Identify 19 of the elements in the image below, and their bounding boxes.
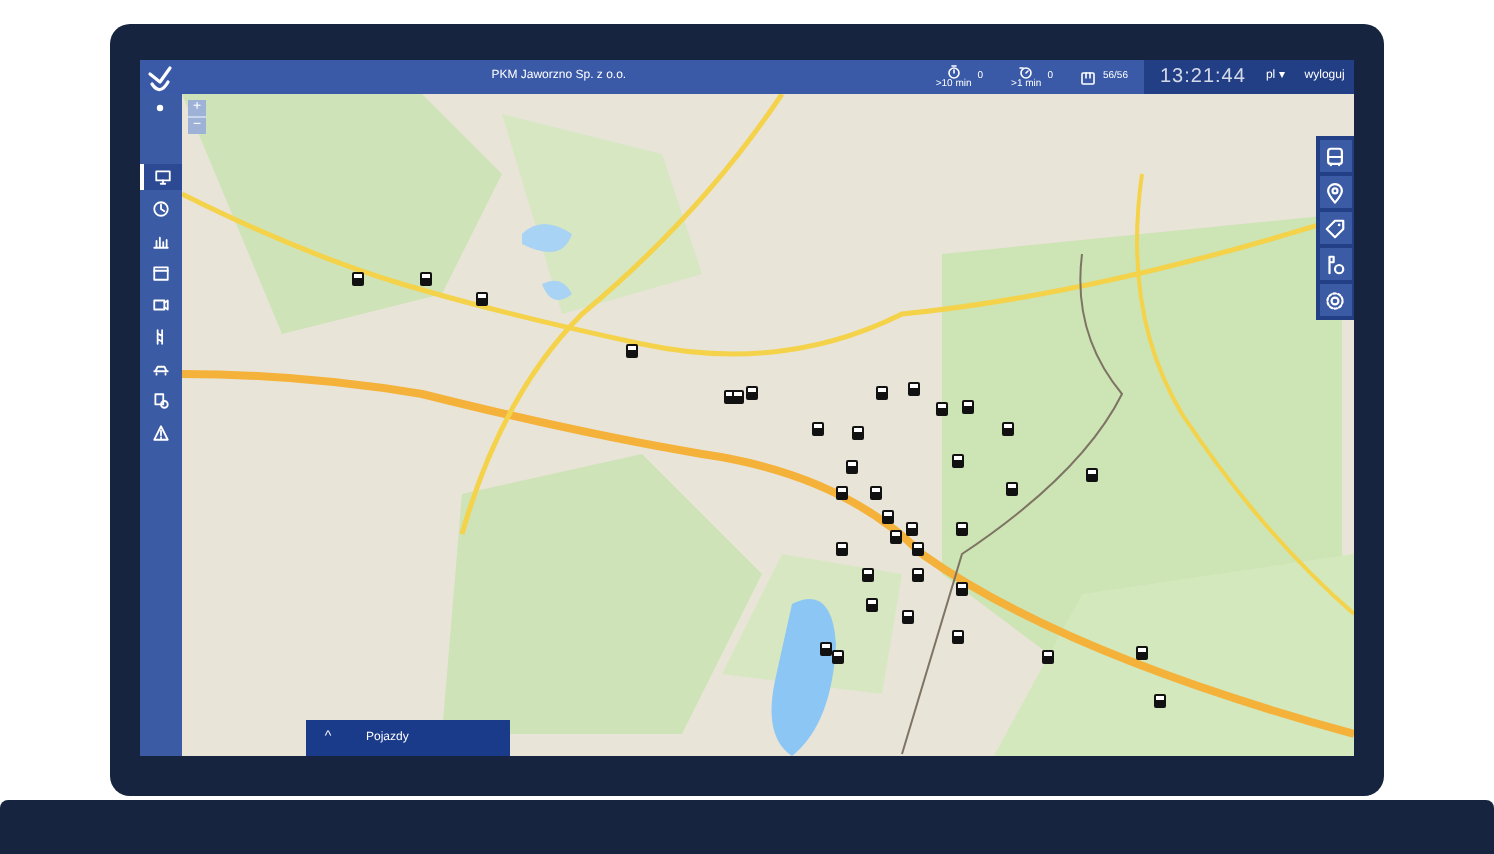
calendar-icon	[152, 264, 170, 282]
stopwatch-icon	[1018, 64, 1035, 80]
warning-icon	[152, 424, 170, 442]
logo-icon	[144, 64, 176, 116]
bar-chart-icon	[152, 232, 170, 250]
calendar-icon	[1080, 69, 1097, 85]
clock-time: 13:21:44	[1160, 64, 1246, 92]
monitor-icon	[154, 168, 172, 186]
stopwatch-icon	[945, 64, 962, 80]
tag-icon	[1324, 217, 1346, 239]
location-pin-icon	[1324, 181, 1346, 203]
clock-icon	[152, 200, 170, 218]
car-icon	[152, 360, 170, 378]
map-tool-button[interactable]	[1319, 248, 1351, 280]
map-tool-button[interactable]	[1319, 176, 1351, 208]
map-tool-button[interactable]	[1319, 284, 1351, 316]
sidebar-menu-item[interactable]	[140, 164, 182, 190]
map-tool-button[interactable]	[1319, 212, 1351, 244]
map-tool-button[interactable]	[1319, 140, 1351, 172]
